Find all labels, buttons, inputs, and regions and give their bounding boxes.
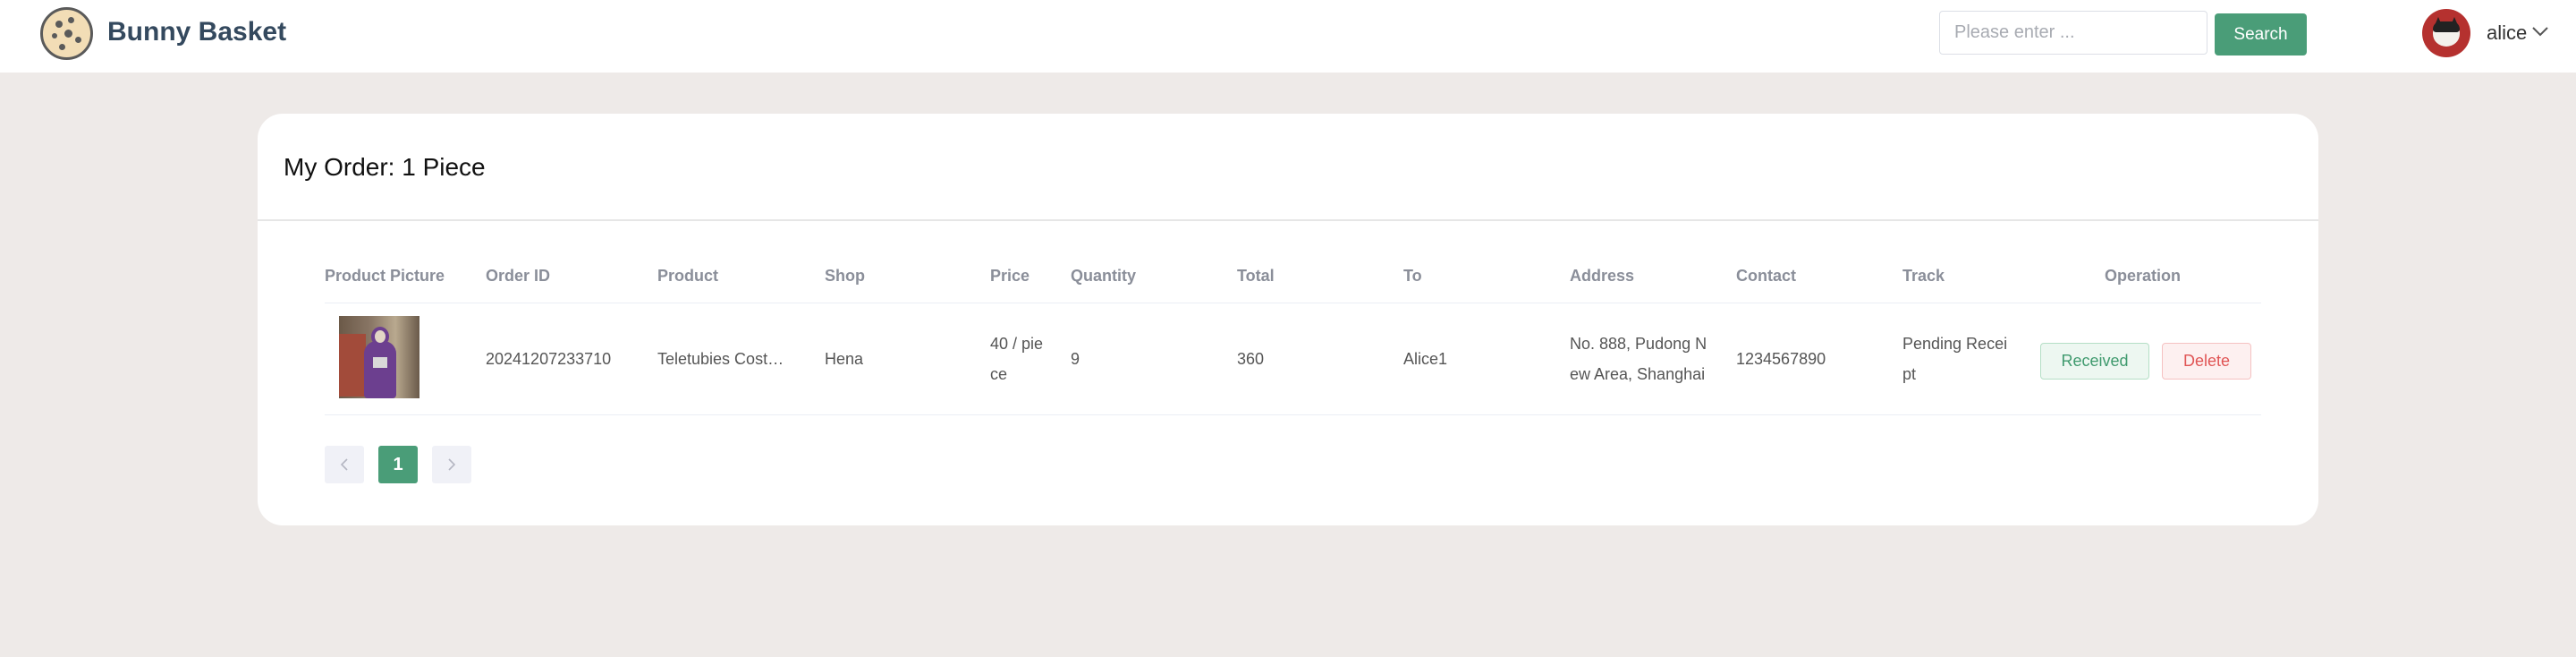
delete-button[interactable]: Delete xyxy=(2162,343,2251,380)
divider xyxy=(258,219,2318,221)
brand-name[interactable]: Bunny Basket xyxy=(107,17,286,47)
address: No. 888, Pudong New Area, Shanghai xyxy=(1570,335,1707,383)
column-header-track: Track xyxy=(1902,267,1945,285)
avatar[interactable] xyxy=(2422,9,2470,57)
page-title: My Order: 1 Piece xyxy=(284,153,486,181)
product-image[interactable] xyxy=(339,316,419,398)
order-id: 20241207233710 xyxy=(486,350,612,368)
column-header-quantity: Quantity xyxy=(1071,267,1137,285)
track-status: Pending Receipt xyxy=(1902,335,2008,383)
search-input[interactable] xyxy=(1939,11,2207,55)
search-button[interactable]: Search xyxy=(2215,13,2307,55)
column-header-contact: Contact xyxy=(1736,267,1796,285)
table-row: 20241207233710 Teletubies Costume Hena 4… xyxy=(325,303,2261,415)
chevron-right-icon xyxy=(448,458,456,471)
column-header-to: To xyxy=(1403,267,1422,285)
column-header-operation: Operation xyxy=(2105,267,2182,285)
top-header: Bunny Basket Search alice xyxy=(0,0,2576,73)
next-page-button[interactable] xyxy=(432,446,471,483)
logo-icon[interactable] xyxy=(40,7,93,60)
table-header: Product Picture Order ID Product Shop Pr… xyxy=(325,248,2261,303)
column-header-product-picture: Product Picture xyxy=(325,267,445,285)
username[interactable]: alice xyxy=(2487,21,2527,45)
shop-name: Hena xyxy=(825,350,864,368)
column-header-total: Total xyxy=(1237,267,1275,285)
column-header-address: Address xyxy=(1570,267,1635,285)
chevron-down-icon[interactable] xyxy=(2531,25,2549,38)
column-header-shop: Shop xyxy=(825,267,865,285)
column-header-price: Price xyxy=(990,267,1030,285)
product-name: Teletubies Costume xyxy=(657,350,786,368)
received-button[interactable]: Received xyxy=(2040,343,2149,380)
recipient: Alice1 xyxy=(1403,350,1448,368)
price: 40 / piece xyxy=(990,335,1044,383)
page-number-current[interactable]: 1 xyxy=(378,446,418,483)
column-header-order-id: Order ID xyxy=(486,267,551,285)
column-header-product: Product xyxy=(657,267,719,285)
prev-page-button[interactable] xyxy=(325,446,364,483)
contact: 1234567890 xyxy=(1736,350,1826,368)
quantity: 9 xyxy=(1071,350,1080,368)
chevron-left-icon xyxy=(340,458,348,471)
total: 360 xyxy=(1237,350,1265,368)
order-card: My Order: 1 Piece Product Picture Order … xyxy=(258,114,2318,525)
